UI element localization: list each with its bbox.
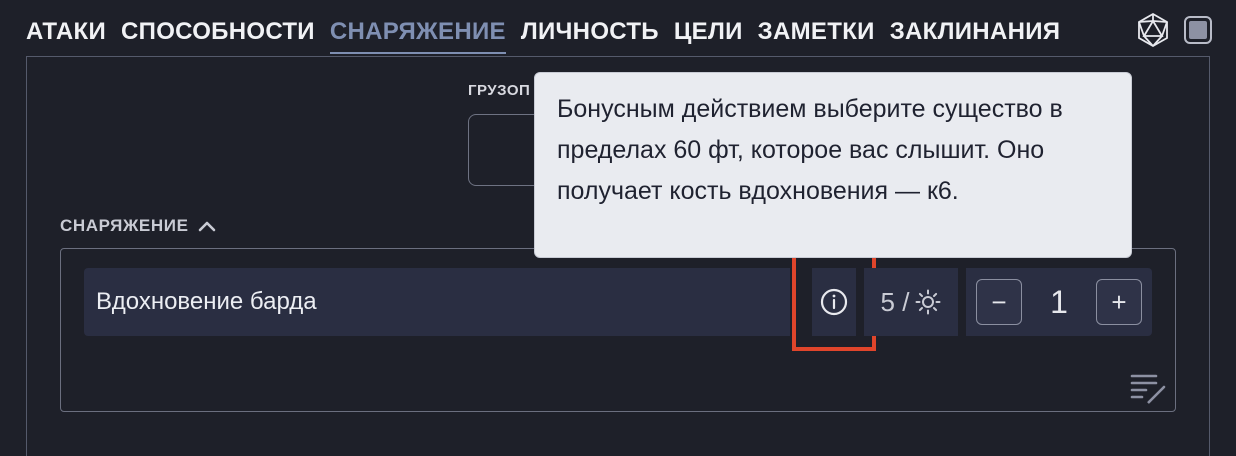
square-toggle-icon[interactable]: [1184, 16, 1212, 44]
tab-goals[interactable]: ЦЕЛИ: [674, 14, 743, 54]
decrement-button[interactable]: −: [976, 279, 1022, 325]
tab-equipment[interactable]: СНАРЯЖЕНИЕ: [329, 14, 506, 54]
tab-notes[interactable]: ЗАМЕТКИ: [758, 14, 875, 54]
item-uses: 5 /: [864, 268, 958, 336]
chevron-up-icon[interactable]: [197, 218, 217, 234]
section-header[interactable]: СНАРЯЖЕНИЕ: [60, 216, 217, 236]
info-button[interactable]: [812, 268, 856, 336]
section-title: СНАРЯЖЕНИЕ: [60, 216, 189, 235]
increment-button[interactable]: +: [1095, 279, 1142, 325]
load-label: ГРУЗОП: [468, 82, 531, 99]
sun-icon: [915, 289, 941, 315]
tab-abilities[interactable]: СПОСОБНОСТИ: [121, 14, 315, 54]
uses-counter: − 1 +: [966, 268, 1152, 336]
tab-spells[interactable]: ЗАКЛИНАНИЯ: [890, 14, 1061, 54]
uses-text: 5 /: [880, 286, 910, 317]
tab-bar: АТАКИ СПОСОБНОСТИ СНАРЯЖЕНИЕ ЛИЧНОСТЬ ЦЕ…: [26, 14, 1075, 54]
tooltip: Бонусным действием выберите существо в п…: [534, 72, 1132, 258]
tab-attacks[interactable]: АТАКИ: [26, 14, 106, 54]
edit-list-icon[interactable]: [1130, 372, 1168, 404]
info-icon: [820, 288, 848, 316]
tab-personality[interactable]: ЛИЧНОСТЬ: [521, 14, 659, 54]
d20-dice-icon[interactable]: [1136, 12, 1170, 48]
top-icons: [1136, 12, 1212, 48]
counter-value: 1: [1050, 283, 1068, 320]
item-name[interactable]: Вдохновение барда: [84, 268, 790, 336]
